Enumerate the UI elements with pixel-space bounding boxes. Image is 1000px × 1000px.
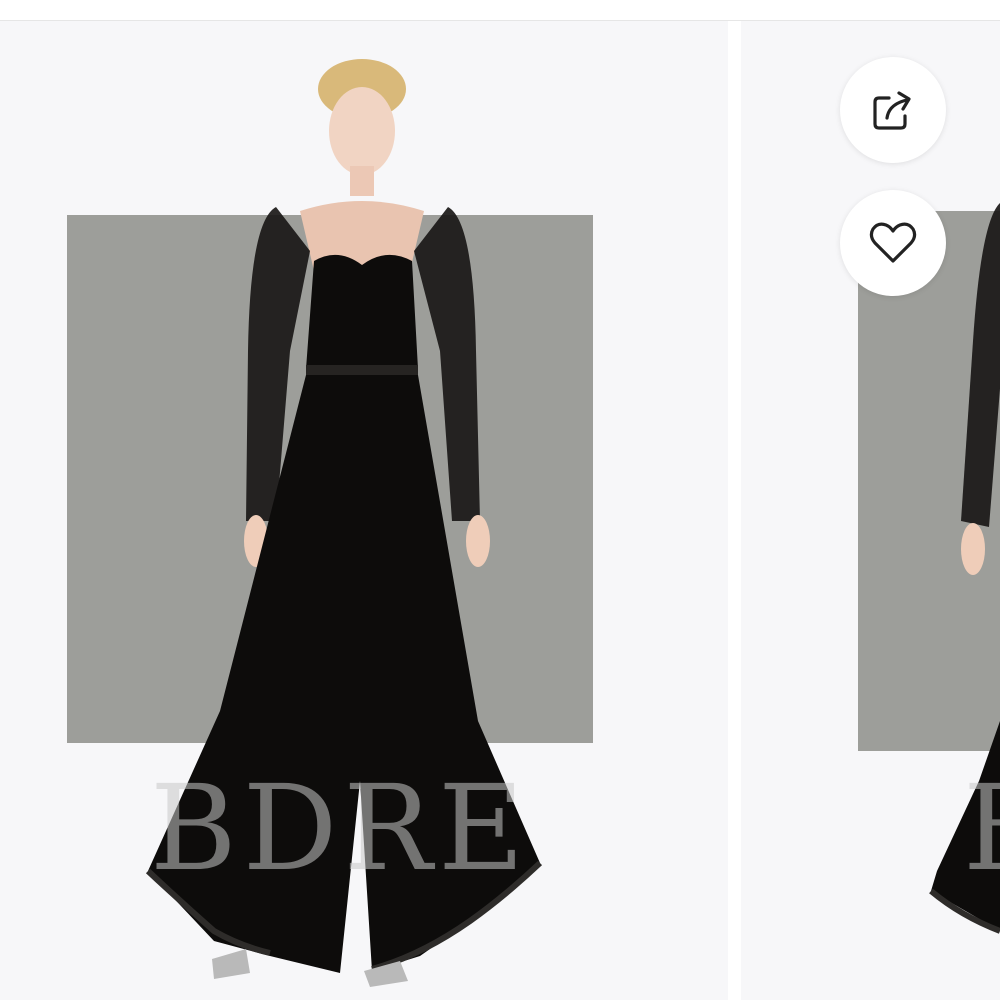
top-bar	[0, 0, 1000, 21]
product-image-slide-1[interactable]: BDRE	[0, 21, 728, 1000]
favorite-button[interactable]	[840, 190, 946, 296]
brand-watermark: BDRE	[150, 759, 531, 897]
brand-watermark: B	[963, 759, 1000, 897]
heart-icon	[865, 217, 921, 269]
product-image-gallery[interactable]: BDRE B	[0, 0, 1000, 1000]
model-figure	[929, 203, 1000, 934]
share-button[interactable]	[840, 57, 946, 163]
product-image-slide-2[interactable]: B	[741, 21, 1000, 1000]
share-icon	[867, 84, 919, 136]
slide-gap	[728, 21, 741, 1000]
